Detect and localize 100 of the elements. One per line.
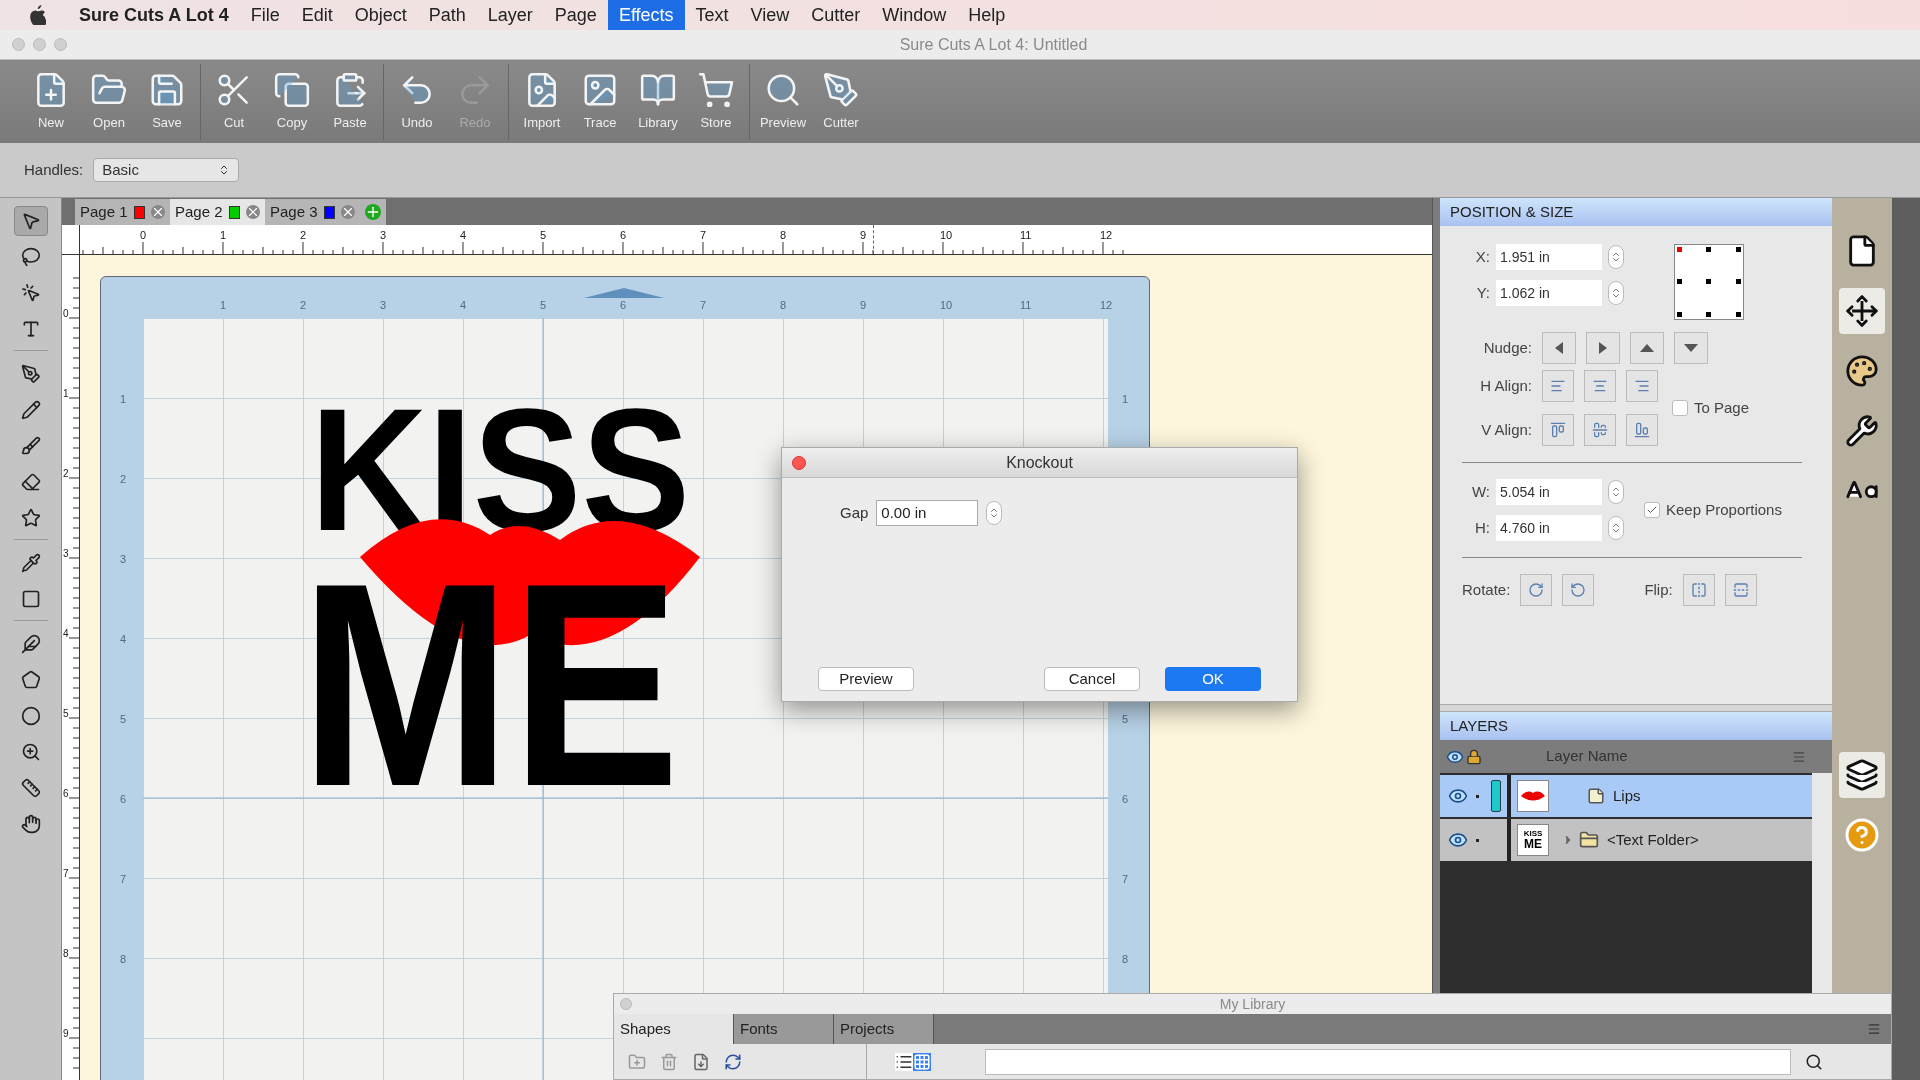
menu-item[interactable]: Text	[684, 0, 740, 30]
field-label: W:	[1470, 481, 1490, 502]
menu-item[interactable]: File	[239, 0, 291, 30]
library-tab[interactable]: Shapes	[614, 1014, 734, 1044]
toolbar-button[interactable]: Library	[629, 63, 687, 140]
stepper[interactable]	[1608, 516, 1624, 540]
pen-icon	[822, 70, 860, 109]
nudge-up-button[interactable]	[1630, 332, 1664, 364]
ruler-number: 6	[620, 228, 627, 243]
arrow-pointer-icon	[20, 211, 41, 231]
lips-icon	[1520, 789, 1546, 803]
file-icon[interactable]	[692, 1052, 710, 1071]
flip-horizontal-icon	[1690, 582, 1707, 598]
page-tab[interactable]: Page 1	[75, 199, 170, 225]
stepper[interactable]	[1608, 480, 1624, 504]
handles-dropdown[interactable]: Basic	[93, 158, 240, 182]
toolbar-button[interactable]: New	[22, 63, 80, 140]
stepper[interactable]	[986, 501, 1003, 525]
align-left-button[interactable]	[1542, 370, 1574, 402]
checkbox[interactable]	[1644, 502, 1660, 518]
triangle-icon	[1684, 344, 1698, 352]
grid-view-icon[interactable]	[913, 1052, 931, 1071]
menu-item[interactable]: Path	[417, 0, 477, 30]
layer-row[interactable]: Lips	[1440, 775, 1812, 817]
stepper[interactable]	[1608, 245, 1624, 269]
page-tab[interactable]: Page 2	[170, 199, 265, 225]
ruler-number: 6	[63, 787, 69, 801]
toolbar-button[interactable]: Open	[80, 63, 138, 140]
toolbar-button[interactable]: Paste	[321, 63, 379, 140]
toolbar-button[interactable]: Cut	[205, 63, 263, 140]
menu-item[interactable]: Sure Cuts A Lot 4	[68, 0, 240, 30]
align-bottom-button[interactable]	[1626, 414, 1658, 446]
anchor-point-grid[interactable]	[1674, 244, 1744, 320]
align-right-button[interactable]	[1626, 370, 1658, 402]
align-center-button[interactable]	[1584, 370, 1616, 402]
menu-item[interactable]: Edit	[290, 0, 344, 30]
toolbar-button[interactable]: Save	[138, 63, 196, 140]
add-page-icon[interactable]	[365, 204, 381, 220]
menu-item[interactable]: Layer	[476, 0, 544, 30]
nudge-right-button[interactable]	[1586, 332, 1620, 364]
list-view-icon[interactable]	[895, 1052, 913, 1071]
close-icon[interactable]	[246, 205, 260, 219]
ruler-number: 4	[63, 627, 69, 641]
toolbar-button[interactable]: Copy	[263, 63, 321, 140]
tool-button[interactable]	[13, 206, 48, 236]
lasso-icon	[20, 247, 41, 267]
rotate-right-button[interactable]	[1520, 574, 1553, 606]
align-center-icon	[1592, 378, 1608, 394]
side-tab[interactable]	[1839, 752, 1885, 798]
refresh-icon[interactable]	[724, 1052, 742, 1071]
menu-item[interactable]: Help	[957, 0, 1017, 30]
side-tab[interactable]	[1839, 288, 1885, 334]
library-tab[interactable]: Fonts	[734, 1014, 834, 1044]
eye-icon[interactable]	[1448, 830, 1468, 850]
menu-item[interactable]: Object	[343, 0, 418, 30]
search-field[interactable]	[985, 1048, 1791, 1075]
dialog-button[interactable]: OK	[1165, 667, 1261, 691]
triangle-icon	[1599, 342, 1607, 354]
apple-icon[interactable]	[28, 5, 46, 25]
align-middle-button[interactable]	[1584, 414, 1616, 446]
nudge-down-button[interactable]	[1674, 332, 1708, 364]
chevrons-icon	[1610, 522, 1622, 534]
number-field[interactable]: 1.951 in	[1496, 244, 1602, 270]
mat-number: 6	[1122, 792, 1129, 807]
menu-item[interactable]: Page	[543, 0, 608, 30]
number-field[interactable]: 4.760 in	[1496, 515, 1602, 541]
dialog-button[interactable]: Cancel	[1044, 667, 1140, 691]
stepper[interactable]	[1608, 281, 1624, 305]
check-icon	[1646, 504, 1658, 516]
toolbar-button[interactable]: Trace	[571, 63, 629, 140]
library-tab[interactable]: Projects	[834, 1014, 934, 1044]
toolbar-button[interactable]: Undo	[388, 63, 446, 140]
menu-item[interactable]: View	[739, 0, 801, 30]
close-button[interactable]	[792, 455, 806, 470]
toolbar-button[interactable]: Cutter	[812, 63, 870, 140]
mat-number: 6	[120, 792, 127, 807]
field-label: X:	[1474, 246, 1490, 267]
toolbar-button[interactable]: Import	[513, 63, 571, 140]
menu-item[interactable]: Cutter	[800, 0, 872, 30]
align-top-button[interactable]	[1542, 414, 1574, 446]
ruler-number: 0	[63, 307, 69, 321]
rotate-left-button[interactable]	[1562, 574, 1595, 606]
number-field[interactable]: 5.054 in	[1496, 479, 1602, 505]
layer-name: Lips	[1613, 785, 1641, 806]
toolbar-button[interactable]: Preview	[754, 63, 812, 140]
eye-icon[interactable]	[1448, 786, 1468, 806]
close-icon[interactable]	[341, 205, 355, 219]
menu-item[interactable]: Window	[871, 0, 958, 30]
gap-field[interactable]: 0.00 in	[876, 500, 979, 526]
layer-row[interactable]: KISS ME <Text Folder>	[1440, 819, 1812, 861]
toolbar-button[interactable]: Store	[687, 63, 745, 140]
number-field[interactable]: 1.062 in	[1496, 280, 1602, 306]
rotate-label: Rotate:	[1462, 579, 1511, 600]
menu-item[interactable]: Effects	[607, 0, 685, 30]
nudge-left-button[interactable]	[1542, 332, 1576, 364]
checkbox[interactable]	[1672, 400, 1688, 416]
search-icon[interactable]	[1805, 1052, 1823, 1071]
page-tab[interactable]: Page 3	[265, 199, 360, 225]
close-icon[interactable]	[151, 205, 165, 219]
dialog-button[interactable]: Preview	[818, 667, 914, 691]
